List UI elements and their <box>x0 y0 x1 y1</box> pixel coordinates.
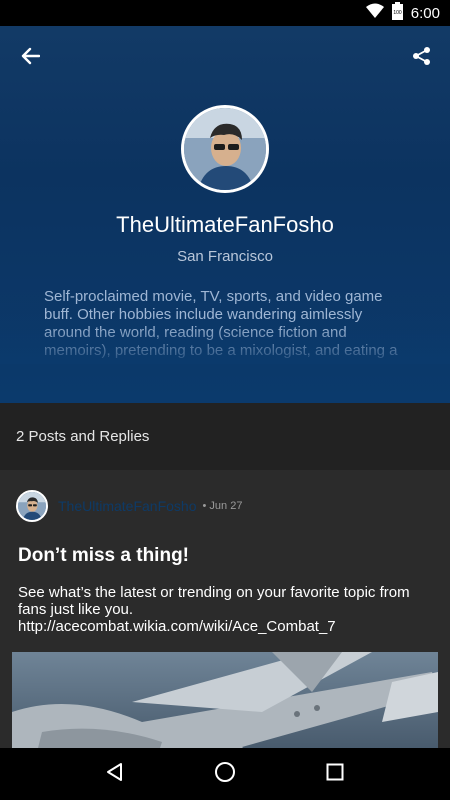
post-card[interactable]: TheUltimateFanFosho • Jun 27 Don’t miss … <box>0 470 450 748</box>
share-button[interactable] <box>406 42 438 74</box>
svg-text:100: 100 <box>393 10 402 16</box>
post-body: See what’s the latest or trending on you… <box>18 584 410 635</box>
back-arrow-icon <box>20 47 41 70</box>
post-image[interactable] <box>12 652 438 748</box>
back-triangle-icon <box>105 762 125 787</box>
share-icon <box>412 46 432 71</box>
status-bar: 100 6:00 <box>0 0 450 26</box>
nav-home-button[interactable] <box>205 754 245 794</box>
wifi-icon <box>365 3 384 24</box>
nav-recents-button[interactable] <box>315 754 355 794</box>
back-button[interactable] <box>14 42 46 74</box>
clock: 6:00 <box>410 4 440 22</box>
post-date: • Jun 27 <box>202 500 243 512</box>
bio-fade-overlay <box>0 324 450 364</box>
profile-avatar[interactable] <box>181 105 269 193</box>
home-circle-icon <box>214 761 236 788</box>
profile-header: TheUltimateFanFosho San Francisco Self-p… <box>0 26 450 403</box>
posts-count-label: 2 Posts and Replies <box>16 428 150 445</box>
post-author-avatar[interactable] <box>16 490 48 522</box>
battery-icon: 100 <box>391 1 403 25</box>
post-header: TheUltimateFanFosho • Jun 27 <box>16 490 242 522</box>
posts-and-replies-header: 2 Posts and Replies <box>0 403 450 470</box>
recents-square-icon <box>326 763 344 786</box>
post-title: Don’t miss a thing! <box>18 545 189 566</box>
nav-back-button[interactable] <box>95 754 135 794</box>
profile-username: TheUltimateFanFosho <box>116 212 334 237</box>
system-nav-bar <box>0 748 450 800</box>
post-author-name[interactable]: TheUltimateFanFosho <box>58 498 197 514</box>
profile-location: San Francisco <box>177 248 273 265</box>
